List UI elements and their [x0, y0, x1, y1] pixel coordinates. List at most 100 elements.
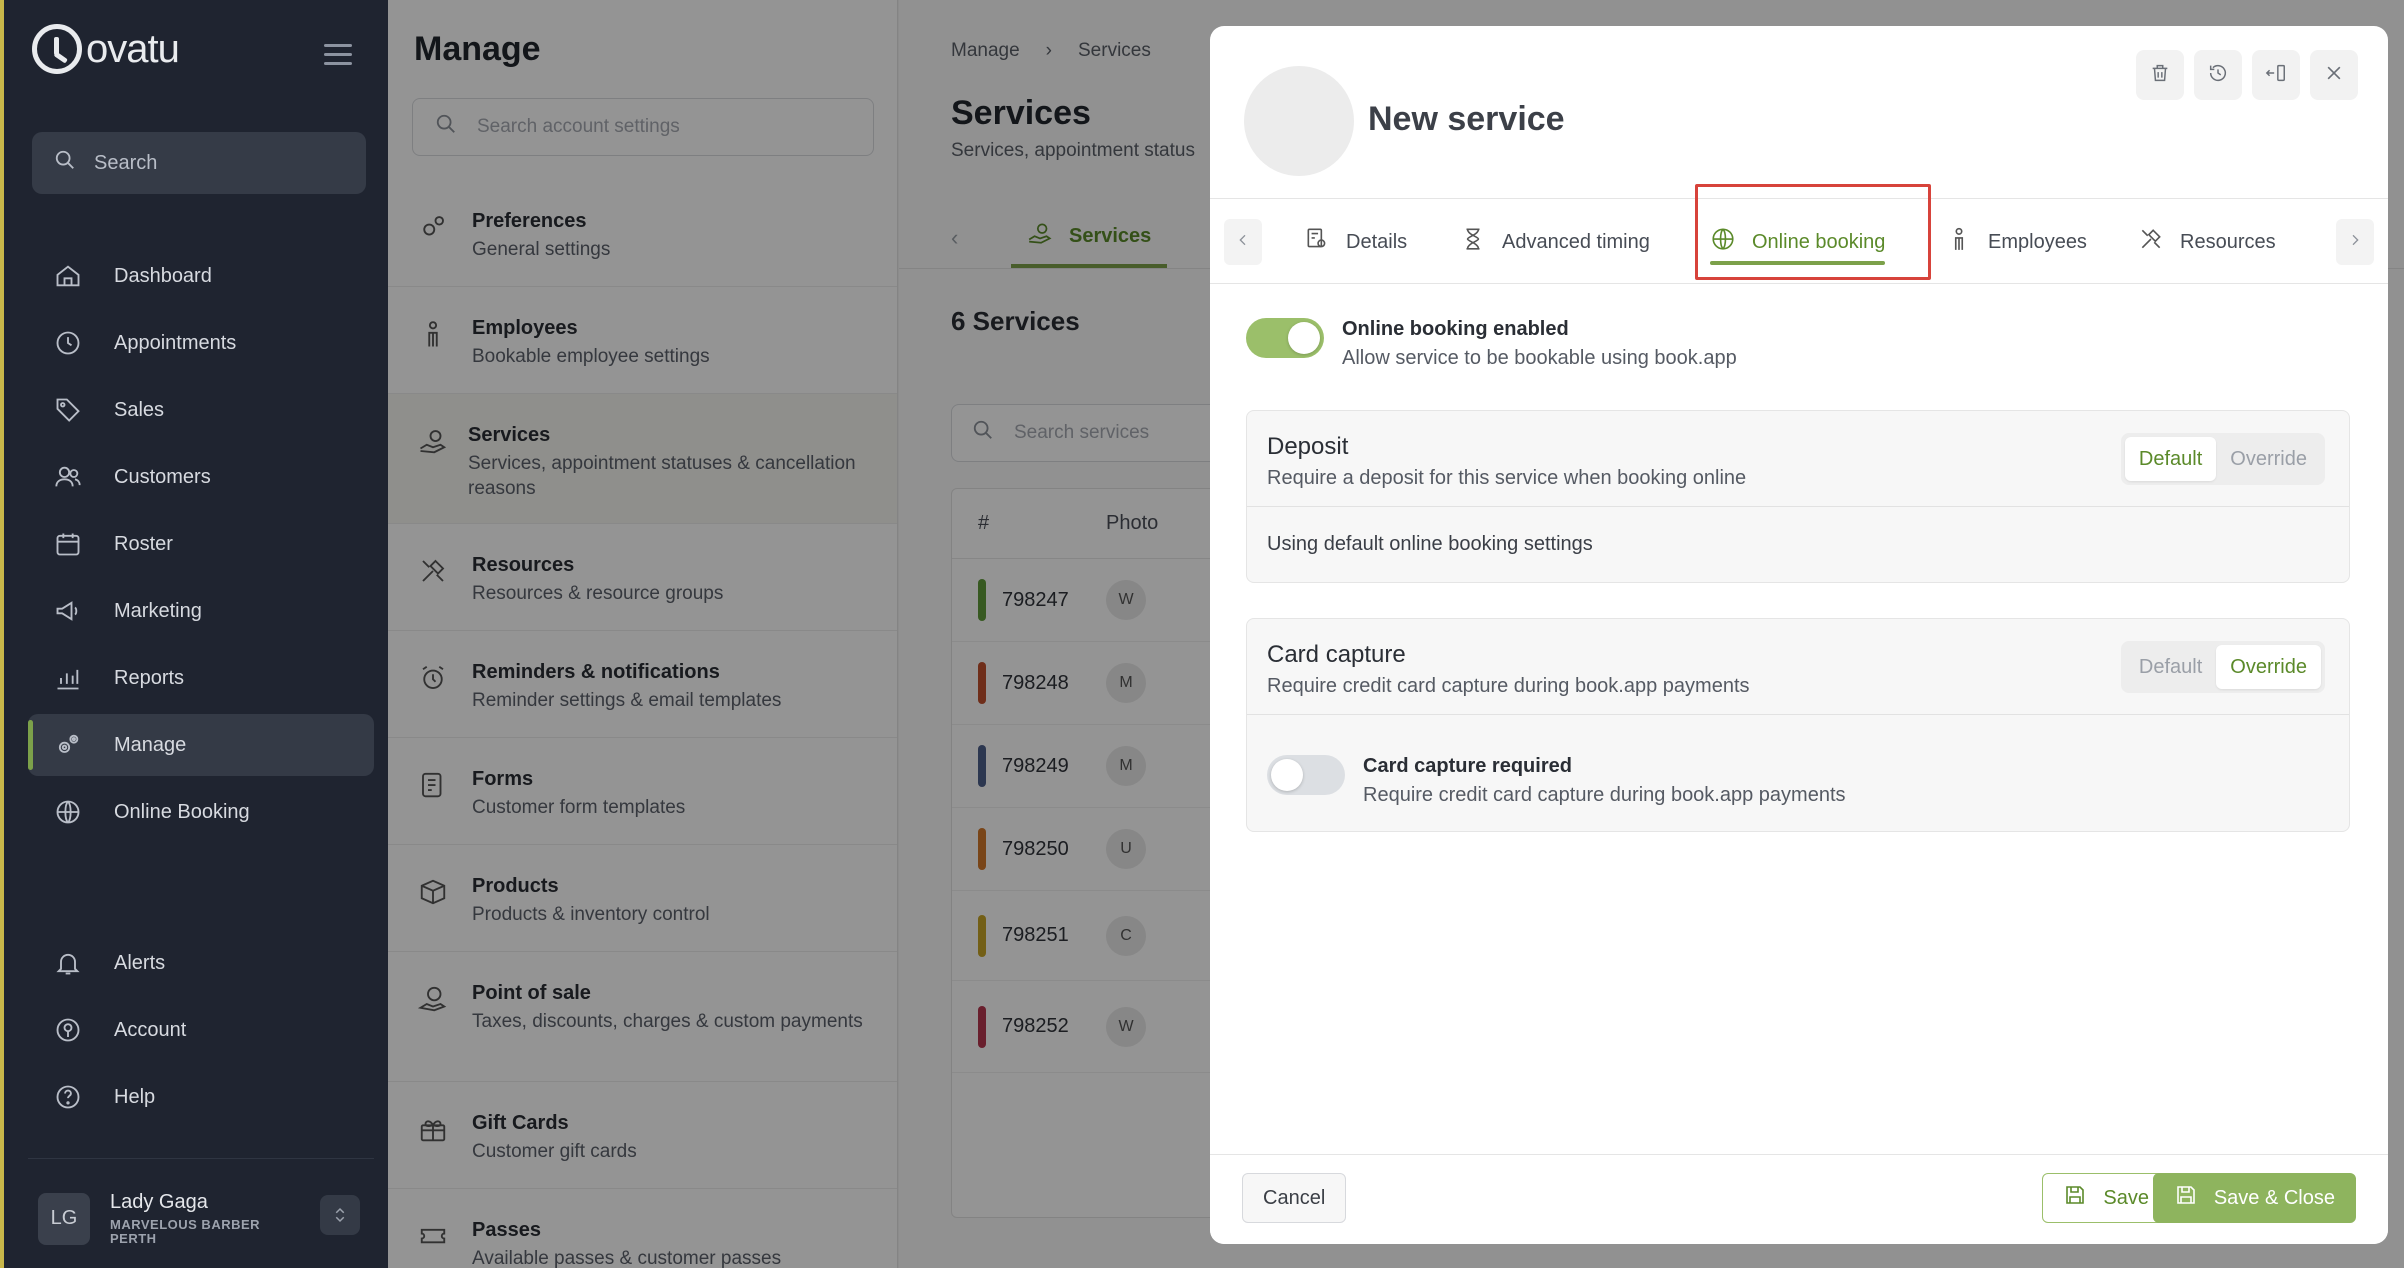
history-button[interactable]: [2194, 50, 2242, 100]
save-label: Save: [2103, 1186, 2149, 1209]
online-booking-description: Allow service to be bookable using book.…: [1342, 347, 1737, 369]
deposit-default-button[interactable]: Default: [2124, 437, 2217, 481]
sidebar-item-label: Help: [114, 1085, 156, 1108]
sidebar-item-account[interactable]: Account: [28, 999, 374, 1061]
user-menu[interactable]: LG Lady Gaga MARVELOUS BARBER PERTH: [28, 1158, 374, 1268]
sidebar-item-customers[interactable]: Customers: [28, 446, 374, 508]
gears-icon: [52, 729, 84, 761]
sidebar-search-placeholder: Search: [94, 151, 158, 174]
deposit-card: Deposit Require a deposit for this servi…: [1246, 410, 2350, 583]
search-icon: [54, 149, 76, 177]
close-button[interactable]: [2310, 50, 2358, 100]
sidebar-item-roster[interactable]: Roster: [28, 513, 374, 575]
save-icon: [2063, 1183, 2087, 1213]
tab-highlight-box: [1695, 184, 1931, 280]
sidebar-item-label: Alerts: [114, 951, 166, 974]
sidebar-item-manage[interactable]: Manage: [28, 714, 374, 776]
online-booking-toggle[interactable]: [1246, 318, 1324, 358]
avatar: LG: [38, 1192, 90, 1245]
chevron-left-icon: [1235, 232, 1251, 253]
save-button[interactable]: Save: [2042, 1173, 2170, 1223]
service-image-placeholder[interactable]: [1244, 66, 1354, 176]
sidebar-nav-bottom: Alerts Account Help: [28, 932, 374, 1133]
sidebar-item-sales[interactable]: Sales: [28, 379, 374, 441]
tab-resources[interactable]: Resources: [2138, 199, 2276, 285]
modal-actions: [2136, 50, 2358, 100]
user-organization: MARVELOUS BARBER PERTH: [110, 1217, 261, 1246]
deposit-override-button[interactable]: Override: [2216, 437, 2321, 481]
hourglass-icon: [1460, 226, 1486, 258]
collapse-panel-button[interactable]: [2252, 50, 2300, 100]
trash-icon: [2149, 62, 2171, 89]
sidebar-item-label: Account: [114, 1018, 187, 1041]
help-icon: [52, 1081, 84, 1113]
tab-employees[interactable]: Employees: [1946, 199, 2087, 285]
megaphone-icon: [52, 595, 84, 627]
tab-label: Details: [1346, 230, 1408, 253]
online-booking-setting: Online booking enabled Allow service to …: [1246, 318, 1737, 370]
sidebar-item-marketing[interactable]: Marketing: [28, 580, 374, 642]
panel-left-icon: [2265, 62, 2287, 89]
menu-icon[interactable]: [324, 44, 352, 71]
card-capture-mode-toggle: Default Override: [2120, 641, 2325, 693]
save-and-close-button[interactable]: Save & Close: [2152, 1173, 2356, 1223]
sidebar-item-label: Marketing: [114, 599, 202, 622]
sidebar-item-label: Appointments: [114, 331, 237, 354]
resources-icon: [2138, 226, 2164, 258]
card-capture-required-description: Require credit card capture during book.…: [1363, 784, 1846, 806]
sidebar-item-label: Dashboard: [114, 264, 212, 287]
tab-details[interactable]: Details: [1304, 199, 1407, 285]
sidebar-item-dashboard[interactable]: Dashboard: [28, 245, 374, 307]
user-name: Lady Gaga: [110, 1191, 208, 1213]
modal-title: New service: [1368, 100, 1565, 138]
sidebar-item-reports[interactable]: Reports: [28, 647, 374, 709]
sidebar-item-help[interactable]: Help: [28, 1066, 374, 1128]
save-and-close-label: Save & Close: [2213, 1186, 2335, 1209]
cancel-button[interactable]: Cancel: [1242, 1173, 1347, 1223]
tab-advanced-timing[interactable]: Advanced timing: [1460, 199, 1650, 285]
bell-icon: [52, 947, 84, 979]
ovatu-logo[interactable]: ovatu: [32, 24, 180, 74]
history-icon: [2207, 62, 2229, 89]
chevron-right-icon: [2347, 232, 2363, 253]
main-sidebar: ovatu Search Dashboard Appointments Sale…: [0, 0, 388, 1268]
tab-label: Employees: [1988, 230, 2087, 253]
card-capture-header: Card capture Require credit card capture…: [1247, 619, 2349, 715]
card-capture-required-title: Card capture required: [1363, 755, 1572, 777]
brand-name: ovatu: [86, 26, 180, 71]
delete-button[interactable]: [2136, 50, 2184, 100]
card-capture-required-toggle[interactable]: [1267, 755, 1345, 795]
globe-icon: [52, 796, 84, 828]
deposit-status-text: Using default online booking settings: [1267, 533, 1593, 555]
sidebar-item-label: Roster: [114, 532, 173, 555]
employee-icon: [1946, 226, 1972, 258]
tab-label: Advanced timing: [1502, 230, 1650, 253]
sidebar-item-appointments[interactable]: Appointments: [28, 312, 374, 374]
card-capture-card: Card capture Require credit card capture…: [1246, 618, 2350, 832]
tabs-scroll-right-button[interactable]: [2336, 219, 2374, 265]
account-icon: [52, 1014, 84, 1046]
sidebar-item-label: Manage: [114, 733, 187, 756]
card-capture-default-button[interactable]: Default: [2125, 645, 2216, 689]
clock-logo-icon: [32, 24, 82, 74]
chevron-updown-icon[interactable]: [320, 1195, 360, 1235]
card-capture-required-setting: Card capture required Require credit car…: [1247, 715, 2349, 831]
sidebar-item-alerts[interactable]: Alerts: [28, 932, 374, 994]
card-capture-override-button[interactable]: Override: [2216, 645, 2321, 689]
users-icon: [52, 461, 84, 493]
close-icon: [2324, 63, 2344, 88]
sidebar-item-label: Sales: [114, 398, 165, 421]
tag-icon: [52, 394, 84, 426]
tabs-scroll-left-button[interactable]: [1224, 219, 1262, 265]
sidebar-nav: Dashboard Appointments Sales Customers R…: [28, 245, 374, 848]
sidebar-item-label: Online Booking: [114, 800, 250, 823]
sidebar-item-online-booking[interactable]: Online Booking: [28, 781, 374, 843]
sidebar-item-label: Reports: [114, 666, 185, 689]
deposit-mode-toggle: Default Override: [2120, 433, 2325, 485]
sidebar-search-input[interactable]: Search: [32, 132, 366, 194]
save-icon: [2174, 1183, 2198, 1213]
details-icon: [1304, 226, 1330, 258]
new-service-modal: New service Details Advanced timing Onli: [1210, 26, 2388, 1244]
calendar-icon: [52, 528, 84, 560]
home-icon: [52, 260, 84, 292]
